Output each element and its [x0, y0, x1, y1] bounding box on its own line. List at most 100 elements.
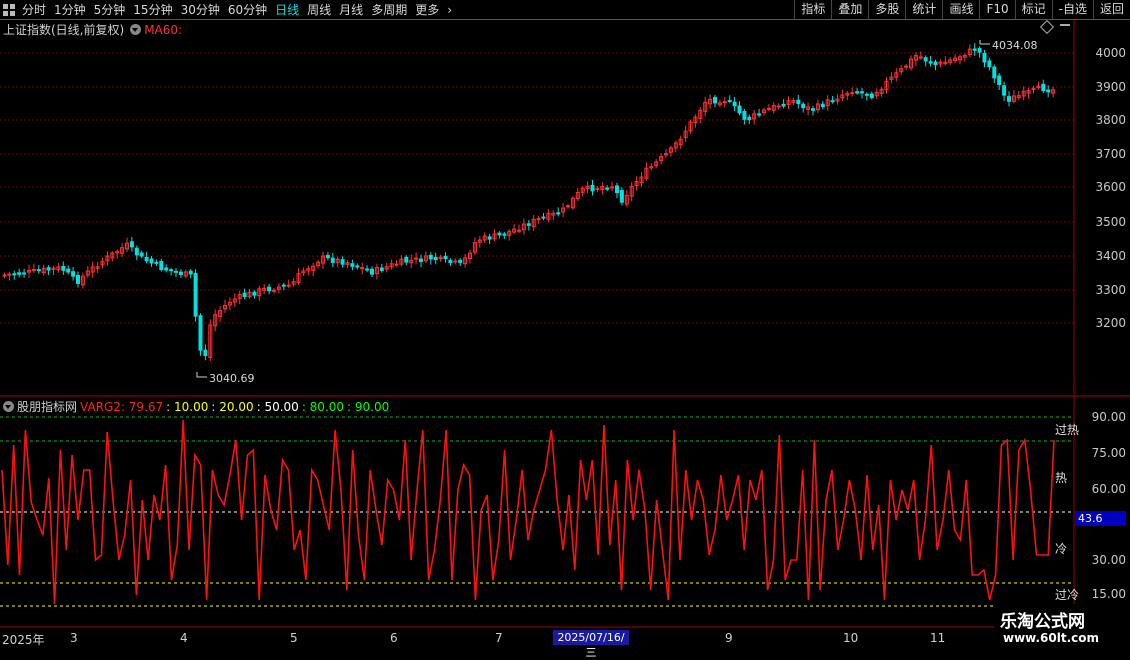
candle-body: [71, 271, 76, 277]
date-tick-0: 2025年: [2, 633, 45, 647]
candle-body: [379, 267, 384, 271]
candle-body: [61, 265, 66, 271]
candle-body: [590, 184, 595, 192]
candle-body: [350, 263, 355, 267]
chart-canvas[interactable]: [0, 0, 1130, 650]
indicator-value-3: : 50.00: [256, 399, 299, 414]
candle-body: [855, 91, 860, 94]
low-pointer: [196, 372, 207, 378]
watermark-title: 乐淘公式网: [1000, 612, 1085, 632]
candle-body: [193, 272, 198, 317]
date-tick-1: 3: [70, 631, 78, 645]
candle-body: [330, 257, 335, 263]
indicator-value-4: : 80.00: [301, 399, 345, 414]
candle-body: [394, 263, 399, 266]
candle-body: [610, 186, 615, 189]
candle-body: [766, 107, 771, 110]
candle-body: [933, 61, 938, 66]
candle-body: [286, 284, 291, 287]
hot-label: 热: [1055, 471, 1068, 485]
minimize-icon[interactable]: [1060, 24, 1070, 26]
candle-body: [972, 48, 977, 51]
dropdown-icon[interactable]: [130, 24, 142, 35]
candle-body: [928, 61, 933, 64]
candle-body: [987, 60, 992, 68]
date-tick-5: 7: [495, 631, 503, 645]
index-title: 上证指数(日线,前复权): [3, 23, 125, 37]
indicator-tick-0: 90.00: [1091, 410, 1126, 424]
candle-body: [1046, 89, 1051, 93]
candle-body: [12, 273, 17, 276]
candle-body: [982, 52, 987, 63]
candle-body: [757, 113, 762, 116]
candle-body: [7, 273, 12, 276]
candle-body: [22, 272, 27, 275]
candle-body: [820, 103, 825, 108]
date-tick-9: 11: [930, 631, 946, 645]
candle-body: [830, 100, 835, 103]
indicator-tick-2: 60.00: [1091, 482, 1126, 496]
candle-body: [144, 256, 149, 262]
crosshair-date: 2025/07/16/三: [553, 630, 629, 659]
candle-body: [433, 256, 438, 261]
candle-body: [419, 258, 423, 262]
candle-body: [615, 185, 619, 194]
candle-body: [860, 91, 864, 94]
candle-body: [605, 187, 610, 190]
candle-body: [46, 267, 51, 271]
candle-body: [458, 259, 463, 263]
low-annotation: 3040.69: [209, 372, 255, 385]
candle-body: [722, 101, 727, 104]
candle-body: [31, 268, 36, 271]
cold-label: 冷: [1055, 542, 1068, 556]
candle-body: [164, 267, 169, 271]
candle-body: [992, 66, 997, 79]
candle-body: [811, 108, 815, 111]
price-tick-5: 3500: [1095, 215, 1126, 229]
candle-body: [340, 259, 345, 265]
candle-body: [727, 100, 732, 103]
current-value-box: 43.6: [1075, 511, 1126, 526]
candle-body: [139, 252, 144, 257]
candle-body: [502, 233, 507, 236]
candle-body: [487, 236, 492, 240]
date-tick-4: 6: [390, 631, 398, 645]
candle-body: [17, 272, 22, 275]
candle-body: [619, 190, 624, 203]
candle-body: [267, 286, 272, 292]
indicator-tick-3: 30.00: [1091, 553, 1126, 567]
candle-body: [1007, 96, 1011, 102]
candle-body: [365, 268, 370, 271]
candle-body: [188, 270, 193, 275]
candle-body: [566, 205, 570, 208]
indicator-values: VARG2: 79.67: 10.00: 20.00: 50.00: 80.00…: [77, 400, 389, 414]
candle-body: [36, 269, 41, 272]
candle-body: [355, 265, 360, 268]
candle-body: [428, 254, 433, 260]
candle-body: [134, 247, 139, 256]
candle-body: [404, 256, 409, 263]
candle-body: [174, 270, 178, 273]
indicator-name: 股朋指标网: [17, 400, 78, 414]
candle-body: [443, 255, 448, 260]
overheat-label: 过热: [1055, 423, 1080, 437]
candle-body: [517, 229, 521, 232]
dropdown-icon[interactable]: [3, 401, 14, 412]
indicator-value-1: : 10.00: [166, 399, 209, 414]
candle-body: [732, 101, 737, 107]
high-pointer: [979, 40, 990, 45]
candle-body: [178, 271, 183, 275]
candle-body: [923, 57, 928, 62]
candle-body: [541, 216, 546, 219]
candle-body: [325, 254, 330, 259]
candle-body: [252, 291, 257, 296]
candle-body: [850, 92, 855, 95]
price-tick-2: 3800: [1095, 113, 1126, 127]
date-tick-2: 4: [180, 631, 188, 645]
date-tick-8: 10: [843, 631, 859, 645]
candle-body: [370, 268, 374, 275]
indicator-pane-title: 股朋指标网 VARG2: 79.67: 10.00: 20.00: 50.00:…: [3, 398, 389, 415]
candle-body: [801, 103, 806, 109]
candle-body: [1002, 85, 1007, 96]
ma60-label: MA60:: [144, 22, 183, 37]
